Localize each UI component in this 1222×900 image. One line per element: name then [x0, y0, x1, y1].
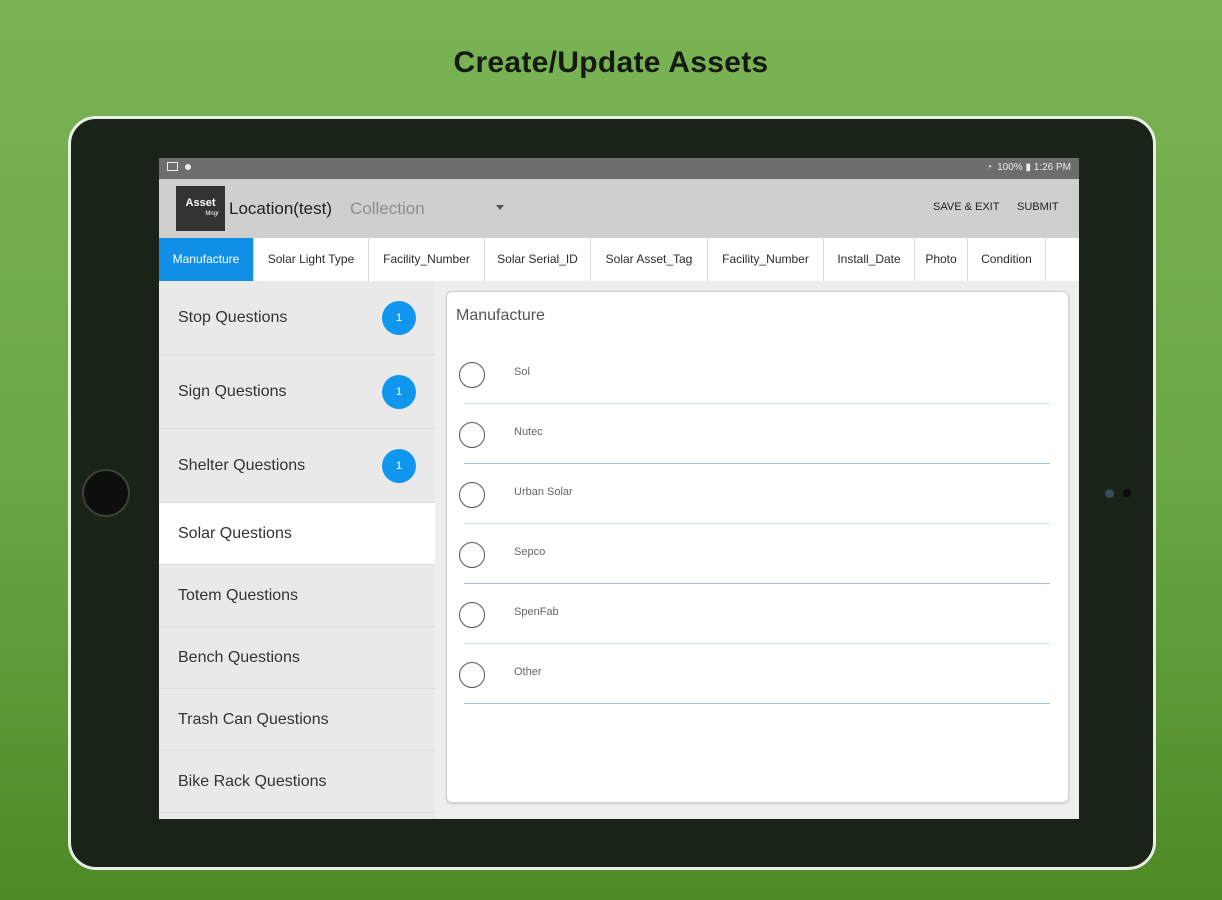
- tab-solar-light-type[interactable]: Solar Light Type: [254, 238, 369, 281]
- tab-solar-serial-id[interactable]: Solar Serial_ID: [485, 238, 591, 281]
- wifi-icon: ◔: [986, 162, 993, 173]
- sidebar-item-label: Bike Rack Questions: [178, 773, 327, 790]
- radio-button[interactable]: [459, 542, 485, 568]
- sidebar-item-bench[interactable]: Bench Questions: [159, 627, 435, 689]
- tab-solar-asset-tag[interactable]: Solar Asset_Tag: [591, 238, 708, 281]
- count-badge: 1: [382, 449, 416, 483]
- tab-facility-number[interactable]: Facility_Number: [369, 238, 485, 281]
- location-title: Location(test): [229, 199, 332, 218]
- radio-button[interactable]: [459, 482, 485, 508]
- tab-manufacture[interactable]: Manufacture: [159, 238, 254, 281]
- radio-button[interactable]: [459, 422, 485, 448]
- sidebar-item-label: Trash Can Questions: [178, 711, 329, 728]
- question-tabs: Manufacture Solar Light Type Facility_Nu…: [159, 238, 1079, 281]
- sidebar-item-totem[interactable]: Totem Questions: [159, 565, 435, 627]
- sidebar-item-label: Shelter Questions: [178, 457, 306, 474]
- home-button[interactable]: [82, 469, 130, 517]
- divider: [464, 643, 1050, 644]
- option-sepco[interactable]: Sepco: [459, 538, 1051, 596]
- option-urban-solar[interactable]: Urban Solar: [459, 478, 1051, 536]
- camera-lens-icon: [1105, 489, 1114, 498]
- sidebar-item-label: Bench Questions: [178, 649, 300, 666]
- option-sol[interactable]: Sol: [459, 358, 1051, 416]
- divider: [464, 523, 1050, 524]
- sidebar-item-solar[interactable]: Solar Questions: [159, 503, 435, 565]
- divider: [464, 403, 1050, 404]
- app-bar: Asset Mngr Location(test) Collection SAV…: [159, 179, 1079, 238]
- question-category-sidebar: Stop Questions 1 Sign Questions 1 Shelte…: [159, 281, 435, 819]
- sidebar-item-label: Solar Questions: [178, 525, 292, 542]
- tab-facility-number-2[interactable]: Facility_Number: [708, 238, 824, 281]
- sidebar-item-trash-can[interactable]: Trash Can Questions: [159, 689, 435, 751]
- option-label: SpenFab: [514, 606, 559, 618]
- sidebar-item-label: Totem Questions: [178, 587, 299, 604]
- option-label: Sepco: [514, 546, 546, 558]
- tab-photo[interactable]: Photo: [915, 238, 968, 281]
- sidebar-item-label: Sign Questions: [178, 383, 287, 400]
- notification-dot-icon: [185, 163, 191, 170]
- radio-button[interactable]: [459, 662, 485, 688]
- option-label: Urban Solar: [514, 486, 573, 498]
- logo-text: Asset: [185, 197, 216, 209]
- app-logo: Asset Mngr: [176, 186, 225, 231]
- option-other[interactable]: Other: [459, 658, 1051, 716]
- logo-subtext: Mngr: [205, 211, 219, 217]
- sidebar-item-sign[interactable]: Sign Questions 1: [159, 355, 435, 429]
- option-label: Other: [514, 666, 542, 678]
- sidebar-item-bike-rack[interactable]: Bike Rack Questions: [159, 751, 435, 813]
- divider: [464, 703, 1050, 704]
- tab-condition[interactable]: Condition: [968, 238, 1046, 281]
- submit-button[interactable]: SUBMIT: [1017, 201, 1059, 213]
- count-badge: 1: [382, 375, 416, 409]
- question-card: Manufacture Sol Nutec Urban Solar Sepco …: [446, 291, 1069, 803]
- option-label: Sol: [514, 366, 530, 378]
- collection-dropdown[interactable]: Collection: [350, 199, 425, 219]
- sidebar-item-stop[interactable]: Stop Questions 1: [159, 281, 435, 355]
- app-screen: ◔ 100% ▮ 1:26 PM Asset Mngr Location(tes…: [159, 158, 1079, 819]
- status-text: 100% ▮ 1:26 PM: [997, 162, 1071, 173]
- save-exit-button[interactable]: SAVE & EXIT: [933, 201, 999, 213]
- dropdown-caret-icon[interactable]: [496, 205, 504, 210]
- count-badge: 1: [382, 301, 416, 335]
- sidebar-item-shelter[interactable]: Shelter Questions 1: [159, 429, 435, 503]
- sidebar-item-label: Stop Questions: [178, 309, 288, 326]
- radio-button[interactable]: [459, 362, 485, 388]
- question-title: Manufacture: [456, 307, 545, 324]
- option-nutec[interactable]: Nutec: [459, 418, 1051, 476]
- sensor-icon: [1123, 489, 1131, 497]
- page-headline: Create/Update Assets: [453, 46, 769, 79]
- status-bar: ◔ 100% ▮ 1:26 PM: [159, 158, 1079, 179]
- gallery-notification-icon: [167, 162, 178, 171]
- radio-button[interactable]: [459, 602, 485, 628]
- option-label: Nutec: [514, 426, 543, 438]
- tab-install-date[interactable]: Install_Date: [824, 238, 915, 281]
- divider: [464, 583, 1050, 584]
- divider: [464, 463, 1050, 464]
- option-spenfab[interactable]: SpenFab: [459, 598, 1051, 656]
